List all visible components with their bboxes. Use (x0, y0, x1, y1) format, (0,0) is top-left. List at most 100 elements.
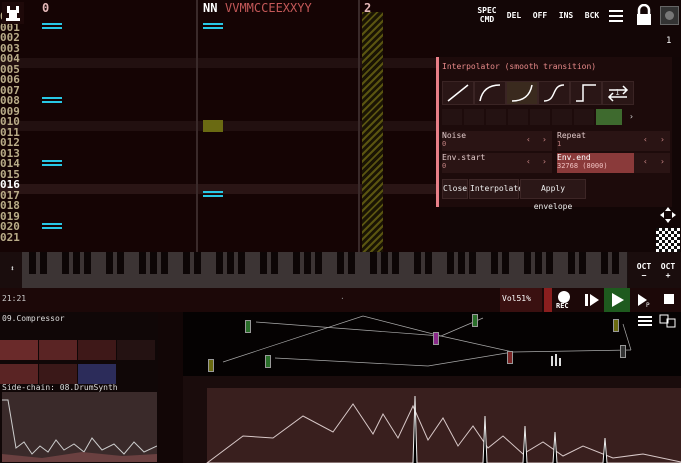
module-param[interactable] (78, 340, 116, 360)
piano-black-key[interactable] (348, 252, 355, 274)
apply-envelope-button[interactable]: Apply envelope (520, 179, 586, 211)
piano-black-key[interactable] (425, 252, 432, 274)
increment-icon[interactable]: › (660, 135, 665, 144)
curve-exp-icon[interactable] (506, 81, 538, 105)
decrement-icon[interactable]: ‹ (526, 157, 531, 166)
track-1[interactable] (203, 0, 353, 252)
lock-icon[interactable] (635, 4, 653, 26)
piano-black-key[interactable] (524, 252, 531, 274)
piano-black-key[interactable] (535, 252, 542, 274)
decrement-icon[interactable]: ‹ (643, 157, 648, 166)
curve-linear-icon[interactable] (442, 81, 474, 105)
piano-black-key[interactable] (238, 252, 245, 274)
piano-black-key[interactable] (260, 252, 267, 274)
tab-yy[interactable] (574, 109, 594, 125)
curve-s-icon[interactable] (538, 81, 570, 105)
module-param[interactable] (78, 364, 116, 384)
play-pattern-icon[interactable] (584, 292, 600, 308)
graph-node[interactable] (613, 319, 619, 332)
fullscreen-icon[interactable] (660, 6, 679, 25)
piano-black-key[interactable] (117, 252, 124, 274)
play-button[interactable] (604, 288, 630, 312)
piano-black-key[interactable] (568, 252, 575, 274)
graph-node[interactable] (620, 345, 626, 358)
piano-black-key[interactable] (106, 252, 113, 274)
increment-icon[interactable]: › (542, 157, 547, 166)
module-graph[interactable] (183, 312, 681, 376)
graph-node[interactable] (507, 351, 513, 364)
play-from-cursor-icon[interactable]: P (636, 292, 652, 308)
piano-black-key[interactable] (601, 252, 608, 274)
module-param[interactable] (39, 364, 77, 384)
close-button[interactable]: Close (442, 179, 468, 199)
backspace-button[interactable]: BCK (582, 11, 602, 31)
octave-up-button[interactable]: OCT + (658, 262, 678, 282)
piano-black-key[interactable] (73, 252, 80, 274)
interpolate-button[interactable]: Interpolate (469, 179, 523, 199)
piano-black-key[interactable] (304, 252, 311, 274)
curve-step-icon[interactable] (570, 81, 602, 105)
piano-black-key[interactable] (150, 252, 157, 274)
delete-button[interactable]: DEL (504, 11, 524, 31)
piano-black-key[interactable] (381, 252, 388, 274)
env-start-field[interactable]: Env.start 0 ‹ › (442, 153, 552, 173)
increment-icon[interactable]: › (660, 157, 665, 166)
module-param[interactable] (0, 364, 38, 384)
menu-icon[interactable] (609, 10, 623, 22)
piano-black-key[interactable] (337, 252, 344, 274)
piano-black-key[interactable] (271, 252, 278, 274)
piano-black-key[interactable] (62, 252, 69, 274)
env-end-field[interactable]: Env.end 32768 (8000) ‹ › (557, 153, 670, 173)
piano-black-key[interactable] (40, 252, 47, 274)
tab-nn[interactable] (442, 109, 462, 125)
piano-black-key[interactable] (194, 252, 201, 274)
piano-black-key[interactable] (502, 252, 509, 274)
qr-code-icon[interactable] (656, 228, 680, 252)
spectrum-analyzer[interactable] (183, 376, 681, 463)
piano-black-key[interactable] (458, 252, 465, 274)
interpolator-panel[interactable]: Interpolator (smooth transition) 1 › Noi… (436, 57, 672, 211)
piano-black-key[interactable] (29, 252, 36, 274)
tab-vv[interactable] (464, 109, 484, 125)
repeat-field[interactable]: Repeat 1 ‹ › (557, 131, 670, 151)
piano-black-key[interactable] (227, 252, 234, 274)
piano-black-key[interactable] (392, 252, 399, 274)
piano-black-key[interactable] (84, 252, 91, 274)
piano-black-key[interactable] (579, 252, 586, 274)
tab-ee[interactable] (530, 109, 550, 125)
pattern-editor[interactable]: 0 NN VVMMCCEEXXYY 2 00000100200300400500… (0, 0, 440, 252)
sort-icon[interactable] (549, 352, 565, 368)
module-param[interactable] (0, 340, 38, 360)
decrement-icon[interactable]: ‹ (526, 135, 531, 144)
graph-node[interactable] (245, 320, 251, 333)
graph-menu-icon[interactable] (638, 314, 652, 326)
insert-button[interactable]: INS (556, 11, 576, 31)
piano-black-key[interactable] (370, 252, 377, 274)
row-number[interactable]: 021 (0, 232, 36, 244)
tabs-scroll-right-icon[interactable]: › (629, 109, 634, 125)
track-0[interactable] (42, 0, 192, 252)
noise-field[interactable]: Noise 0 ‹ › (442, 131, 552, 151)
piano-black-key[interactable] (183, 252, 190, 274)
tab-mm[interactable] (486, 109, 506, 125)
piano-black-key[interactable] (414, 252, 421, 274)
module-properties-panel[interactable]: 09.Compressor Side-chain: 08.DrumSynth (0, 312, 158, 463)
piano-black-key[interactable] (293, 252, 300, 274)
tab-xxyy[interactable] (596, 109, 622, 125)
module-param[interactable] (39, 340, 77, 360)
piano-black-key[interactable] (612, 252, 619, 274)
piano-black-key[interactable] (491, 252, 498, 274)
piano-black-key[interactable] (139, 252, 146, 274)
tab-cc[interactable] (508, 109, 528, 125)
tab-xx[interactable] (552, 109, 572, 125)
increment-icon[interactable]: › (542, 135, 547, 144)
track-2[interactable] (364, 0, 440, 252)
module-param[interactable] (117, 340, 155, 360)
spec-cmd-button[interactable]: SPEC CMD (475, 6, 499, 26)
piano-black-key[interactable] (447, 252, 454, 274)
curve-log-icon[interactable] (474, 81, 506, 105)
piano-black-key[interactable] (546, 252, 553, 274)
keyboard-menu-icon[interactable]: ⬍ (10, 264, 15, 273)
app-logo-icon[interactable] (2, 2, 24, 24)
piano-black-key[interactable] (216, 252, 223, 274)
